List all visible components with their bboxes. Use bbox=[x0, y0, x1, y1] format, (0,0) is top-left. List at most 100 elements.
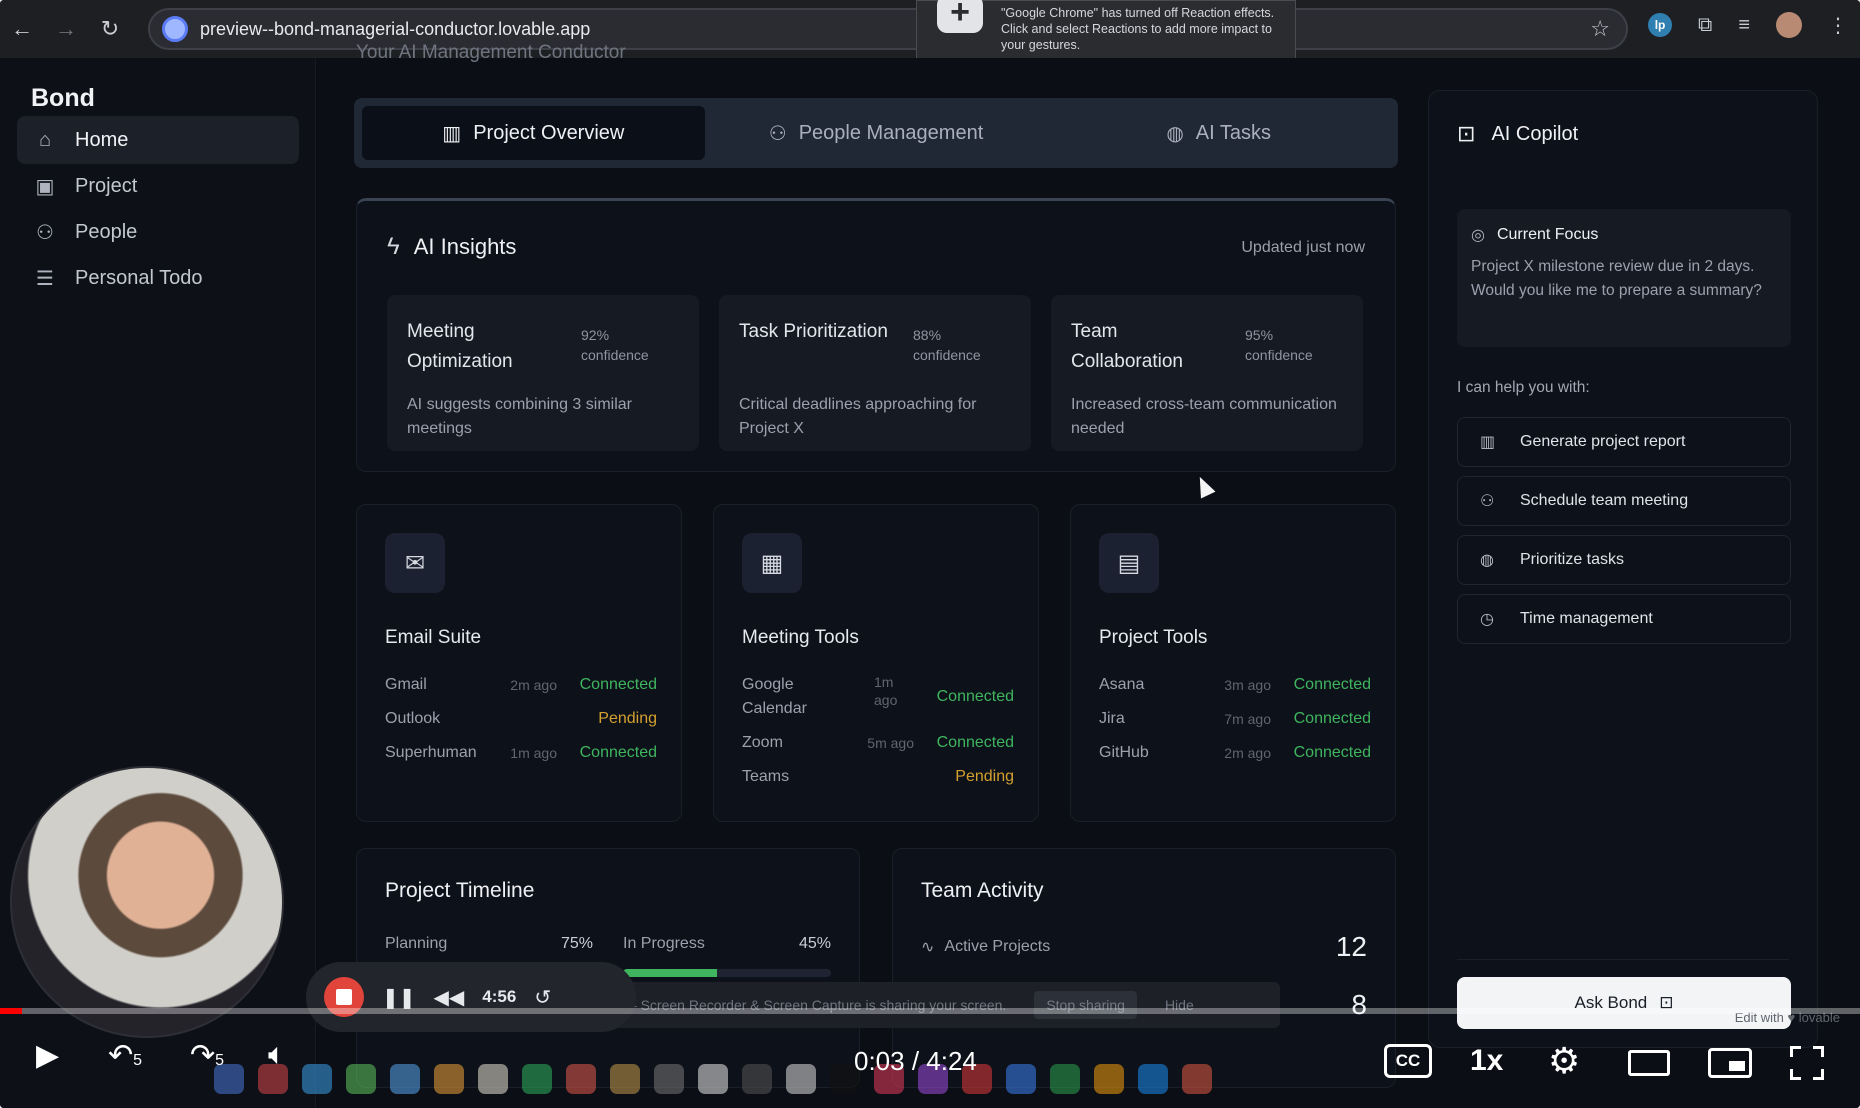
ai-copilot-panel: ⊡ AI Copilot ◎ Current Focus Project X mi… bbox=[1428, 90, 1818, 1048]
target-icon: ◎ bbox=[1471, 227, 1485, 244]
sidebar-item-home[interactable]: ⌂ Home bbox=[17, 116, 299, 164]
clock-icon: ◷ bbox=[1480, 611, 1494, 628]
tool-card-title: Meeting Tools bbox=[742, 627, 859, 648]
video-time: 0:03 / 4:24 bbox=[854, 1046, 977, 1076]
users-icon: ⚇ bbox=[1480, 493, 1495, 510]
status-badge: Connected bbox=[579, 744, 657, 761]
brain-icon: ◍ bbox=[1166, 122, 1184, 145]
integration-row-teams[interactable]: Teams Pending bbox=[742, 765, 1014, 799]
back-icon[interactable]: ← bbox=[0, 16, 44, 42]
pulse-icon: ∿ bbox=[921, 939, 935, 956]
integration-row-gmail[interactable]: Gmail 2m ago Connected bbox=[385, 673, 657, 707]
bot-icon: ⊡ bbox=[1457, 121, 1476, 146]
reload-icon[interactable]: ↻ bbox=[88, 16, 132, 42]
screen-share-bar: Loom – Screen Recorder & Screen Capture … bbox=[574, 982, 1280, 1028]
notification-text: "Google Chrome" has turned off Reaction … bbox=[1001, 6, 1275, 52]
project-timeline-title: Project Timeline bbox=[385, 879, 535, 902]
extension-icon[interactable]: lp bbox=[1648, 13, 1673, 37]
integration-row-outlook[interactable]: Outlook Pending bbox=[385, 707, 657, 741]
integration-row-google-calendar[interactable]: Google Calendar 1m ago Connected bbox=[742, 673, 1014, 731]
action-label: Schedule team meeting bbox=[1520, 492, 1689, 509]
bookmark-star-icon[interactable]: ☆ bbox=[1590, 16, 1610, 42]
restart-icon[interactable]: ↺ bbox=[534, 985, 551, 1010]
captions-button[interactable]: CC bbox=[1384, 1044, 1432, 1078]
ai-copilot-title: AI Copilot bbox=[1491, 122, 1579, 145]
insight-description: Increased cross-team communication neede… bbox=[1071, 396, 1337, 437]
media-control-icon[interactable]: ≡ bbox=[1738, 14, 1750, 37]
site-info-icon[interactable] bbox=[162, 16, 188, 42]
insight-card-team-collaboration[interactable]: Team Collaboration 95% confidence Increas… bbox=[1051, 295, 1363, 451]
action-label: Generate project report bbox=[1520, 433, 1686, 450]
pause-icon[interactable]: ❚❚ bbox=[382, 985, 416, 1010]
puzzle-icon[interactable]: ⧉ bbox=[1698, 14, 1712, 37]
project-tools-card: ▤ Project Tools Asana 3m ago Connected Jir… bbox=[1070, 504, 1396, 822]
time-management-button[interactable]: ◷ Time management bbox=[1457, 594, 1791, 644]
status-badge: Pending bbox=[955, 768, 1014, 785]
tool-card-title: Project Tools bbox=[1099, 627, 1208, 648]
last-sync: 7m ago bbox=[1224, 711, 1271, 727]
forward-icon[interactable]: → bbox=[44, 16, 88, 42]
kebab-menu-icon[interactable]: ⋮ bbox=[1828, 13, 1848, 38]
action-label: Prioritize tasks bbox=[1520, 551, 1625, 568]
sidebar-item-project[interactable]: ▣ Project bbox=[17, 162, 299, 210]
status-badge: Connected bbox=[936, 688, 1014, 705]
tab-project-overview[interactable]: ▥ Project Overview bbox=[362, 106, 705, 160]
integration-row-superhuman[interactable]: Superhuman 1m ago Connected bbox=[385, 741, 657, 775]
updated-label: Updated just now bbox=[1241, 239, 1365, 256]
insight-title: Team Collaboration bbox=[1071, 321, 1183, 372]
users-icon: ⚇ bbox=[768, 122, 787, 145]
sidebar-item-personal-todo[interactable]: ☰ Personal Todo bbox=[17, 254, 299, 302]
gear-icon[interactable]: ⚙ bbox=[1548, 1040, 1580, 1082]
status-badge: Connected bbox=[579, 676, 657, 693]
prioritize-tasks-button[interactable]: ◍ Prioritize tasks bbox=[1457, 535, 1791, 585]
webcam-bubble[interactable] bbox=[10, 766, 284, 1038]
briefcase-icon: ▤ bbox=[1099, 533, 1159, 593]
theater-mode-icon[interactable] bbox=[1628, 1050, 1670, 1076]
tab-label: People Management bbox=[798, 121, 984, 144]
status-badge: Connected bbox=[936, 734, 1014, 751]
stop-sharing-button[interactable]: Stop sharing bbox=[1034, 991, 1137, 1019]
loom-controls: ❚❚ ◀◀ 4:56 ↺ bbox=[306, 962, 636, 1032]
activity-row-active-projects: ∿ Active Projects 12 bbox=[921, 931, 1367, 963]
skip-back-icon[interactable]: ↶5 bbox=[108, 1038, 142, 1073]
last-sync: 5m ago bbox=[867, 735, 914, 751]
tab-people-management[interactable]: ⚇ People Management bbox=[705, 106, 1048, 160]
skip-forward-seconds: 5 bbox=[215, 1052, 225, 1069]
insight-description: Critical deadlines approaching for Proje… bbox=[739, 396, 977, 437]
integration-row-asana[interactable]: Asana 3m ago Connected bbox=[1099, 673, 1371, 707]
integration-row-github[interactable]: GitHub 2m ago Connected bbox=[1099, 741, 1371, 775]
timeline-label: In Progress bbox=[623, 935, 705, 952]
fullscreen-icon[interactable] bbox=[1790, 1046, 1824, 1080]
activity-value: 8 bbox=[1351, 989, 1367, 1020]
insight-description: AI suggests combining 3 similar meetings bbox=[407, 396, 632, 437]
sidebar-item-label: Home bbox=[75, 128, 129, 151]
integration-row-zoom[interactable]: Zoom 5m ago Connected bbox=[742, 731, 1014, 765]
current-focus-title: Current Focus bbox=[1496, 226, 1599, 243]
schedule-meeting-button[interactable]: ⚇ Schedule team meeting bbox=[1457, 476, 1791, 526]
miniplayer-icon[interactable] bbox=[1708, 1048, 1752, 1078]
recording-timer: 4:56 bbox=[482, 987, 517, 1006]
profile-avatar[interactable] bbox=[1776, 12, 1802, 38]
insight-card-task-prioritization[interactable]: Task Prioritization 88% confidence Critic… bbox=[719, 295, 1031, 451]
volume-icon[interactable]: 🔈︎ bbox=[268, 1038, 286, 1072]
confidence-badge: 92% confidence bbox=[581, 327, 649, 363]
video-progress-bar[interactable] bbox=[0, 1008, 1860, 1014]
progress-bar-in-progress bbox=[623, 969, 831, 977]
users-icon: ⚇ bbox=[36, 221, 54, 244]
insight-card-meeting-optimization[interactable]: Meeting Optimization 92% confidence AI su… bbox=[387, 295, 699, 451]
tab-ai-tasks[interactable]: ◍ AI Tasks bbox=[1047, 106, 1390, 160]
sidebar-item-people[interactable]: ⚇ People bbox=[17, 208, 299, 256]
brand-logo[interactable]: Bond bbox=[31, 84, 95, 113]
rewind-icon[interactable]: ◀◀ bbox=[434, 985, 465, 1010]
current-focus-card: ◎ Current Focus Project X milestone revie… bbox=[1457, 209, 1791, 347]
playback-speed-button[interactable]: 1x bbox=[1470, 1044, 1503, 1078]
mail-icon: ✉ bbox=[385, 533, 445, 593]
skip-forward-icon[interactable]: ↷5 bbox=[190, 1038, 224, 1073]
generate-report-button[interactable]: ▥ Generate project report bbox=[1457, 417, 1791, 467]
integration-name: Superhuman bbox=[385, 744, 477, 761]
play-icon[interactable]: ▶ bbox=[36, 1038, 59, 1073]
url-text: preview--bond-managerial-conductor.lovab… bbox=[200, 18, 591, 39]
integration-row-jira[interactable]: Jira 7m ago Connected bbox=[1099, 707, 1371, 741]
integration-name: Outlook bbox=[385, 710, 441, 727]
lightning-icon: ϟ bbox=[387, 233, 400, 260]
